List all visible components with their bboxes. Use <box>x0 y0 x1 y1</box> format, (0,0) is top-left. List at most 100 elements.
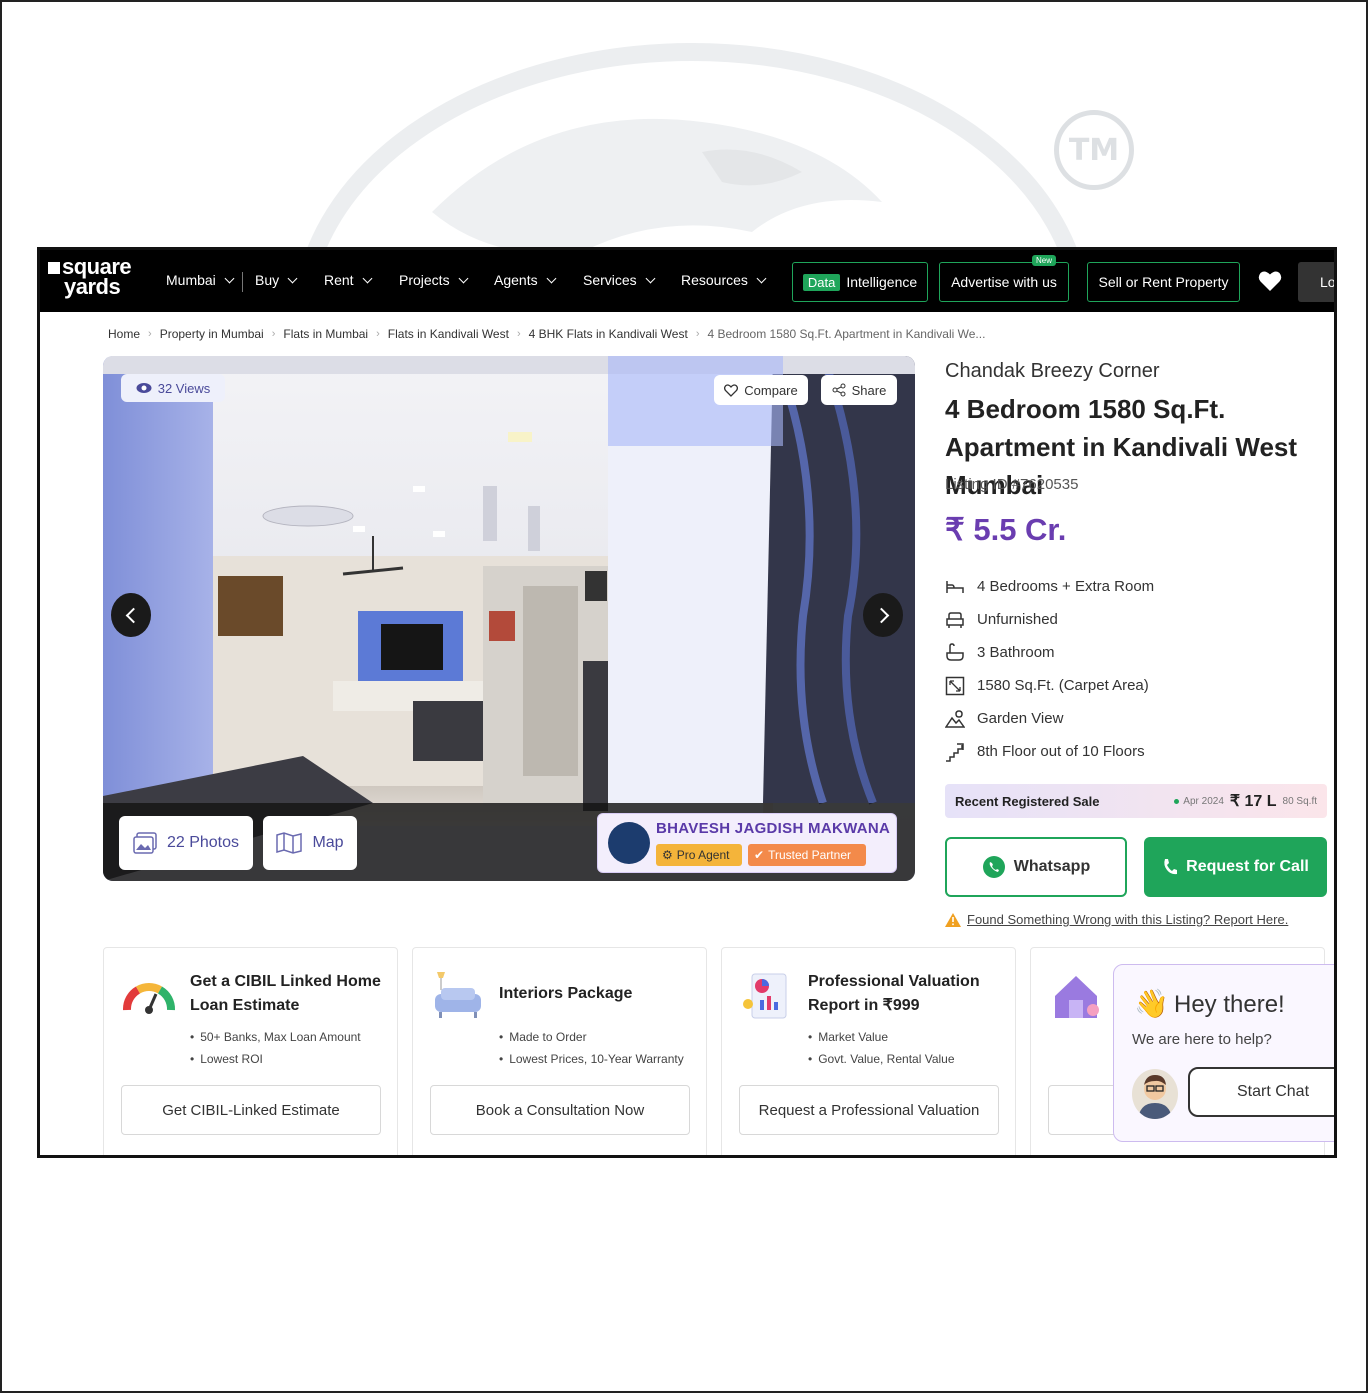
listing-id: Listing ID #7620535 <box>945 476 1079 493</box>
data-intelligence-label: Intelligence <box>846 274 918 290</box>
feature-label: 1580 Sq.Ft. (Carpet Area) <box>977 677 1149 694</box>
report-listing-link[interactable]: Found Something Wrong with this Listing?… <box>945 912 1288 927</box>
nav-resources-label: Resources <box>681 272 748 288</box>
map-label: Map <box>312 834 344 851</box>
nav-agents-label: Agents <box>494 272 538 288</box>
chat-greeting: Hey there! <box>1174 991 1285 1018</box>
advertise-button[interactable]: Advertise with us New <box>939 255 1069 302</box>
sell-rent-label: Sell or Rent Property <box>1098 274 1229 290</box>
cibil-estimate-button[interactable]: Get CIBIL-Linked Estimate <box>121 1085 381 1135</box>
card-point: Govt. Value, Rental Value <box>808 1048 954 1070</box>
recent-sale-sqft: 80 Sq.ft <box>1282 795 1317 807</box>
project-name[interactable]: Chandak Breezy Corner <box>945 360 1160 383</box>
next-photo-button[interactable] <box>863 593 903 637</box>
nav-projects[interactable]: Projects <box>399 272 469 288</box>
data-intelligence-button[interactable]: Data Intelligence <box>792 262 928 302</box>
nav-agents[interactable]: Agents <box>494 272 557 288</box>
chat-widget[interactable]: 👋 Hey there! We are here to help? Start … <box>1113 964 1334 1142</box>
pro-agent-label: Pro Agent <box>676 848 730 862</box>
nav-services-label: Services <box>583 272 637 288</box>
prev-photo-button[interactable] <box>111 593 151 637</box>
square-yards-logo[interactable]: square yards <box>48 256 148 305</box>
crumb-4bhk-kandivali[interactable]: 4 BHK Flats in Kandivali West <box>529 327 688 341</box>
crumb-chevron-icon: › <box>376 328 380 340</box>
card-point: Made to Order <box>499 1026 684 1048</box>
bathtub-icon <box>946 642 964 661</box>
feature-furnishing: Unfurnished <box>945 603 1154 636</box>
advertise-label: Advertise with us <box>951 274 1057 290</box>
share-label: Share <box>851 382 887 398</box>
crumb-home[interactable]: Home <box>108 327 140 341</box>
compare-button[interactable]: Compare <box>714 375 808 405</box>
map-icon <box>276 832 303 854</box>
recent-sale-bar[interactable]: Recent Registered Sale Apr 2024 ₹ 17 L 8… <box>945 784 1327 818</box>
logo-line2: yards <box>64 274 121 299</box>
crumb-current: 4 Bedroom 1580 Sq.Ft. Apartment in Kandi… <box>707 327 986 341</box>
cibil-loan-card: Get a CIBIL Linked Home Loan Estimate 50… <box>103 947 398 1155</box>
recent-sale-amount: ₹ 17 L <box>1229 793 1277 810</box>
login-button[interactable]: Lo <box>1298 262 1334 302</box>
feature-area: 1580 Sq.Ft. (Carpet Area) <box>945 669 1154 702</box>
waving-hand-icon: 👋 <box>1134 988 1169 1019</box>
feature-bedrooms: 4 Bedrooms + Extra Room <box>945 570 1154 603</box>
feature-floor: 8th Floor out of 10 Floors <box>945 735 1154 768</box>
crumb-flats-mumbai[interactable]: Flats in Mumbai <box>283 327 368 341</box>
garden-view-icon <box>945 709 965 728</box>
city-selector[interactable]: Mumbai <box>166 272 235 288</box>
report-listing-label: Found Something Wrong with this Listing?… <box>967 912 1289 927</box>
feature-view: Garden View <box>945 702 1154 735</box>
request-valuation-button[interactable]: Request a Professional Valuation <box>739 1085 999 1135</box>
share-button[interactable]: Share <box>821 375 897 405</box>
views-count: 32 Views <box>157 380 211 396</box>
photo-gallery[interactable]: 32 Views Compare Share 22 Photos Map BHA… <box>103 356 915 881</box>
new-badge: New <box>1031 255 1056 266</box>
photos-button[interactable]: 22 Photos <box>119 816 253 870</box>
card-title: Professional Valuation Report in ₹999 <box>808 973 980 1014</box>
home-service-icon <box>1055 976 1099 1018</box>
agent-avatar <box>608 822 650 864</box>
floor-icon <box>946 742 964 762</box>
card-point: Lowest ROI <box>190 1048 361 1070</box>
nav-rent[interactable]: Rent <box>324 272 373 288</box>
price: ₹ 5.5 Cr. <box>945 512 1067 547</box>
breadcrumb: Home › Property in Mumbai › Flats in Mumba… <box>108 327 985 341</box>
whatsapp-label: Whatsapp <box>1013 858 1091 875</box>
trademark-watermark: TM <box>1054 110 1134 190</box>
feature-label: 4 Bedrooms + Extra Room <box>977 578 1155 595</box>
phone-icon <box>1164 859 1178 875</box>
whatsapp-button[interactable]: Whatsapp <box>945 837 1127 897</box>
nav-buy[interactable]: Buy <box>255 272 298 288</box>
sell-rent-button[interactable]: Sell or Rent Property <box>1087 262 1240 302</box>
share-icon <box>832 383 846 397</box>
recent-sale-date: Apr 2024 <box>1174 796 1224 807</box>
request-call-button[interactable]: Request for Call <box>1144 837 1327 897</box>
chevron-down-icon <box>362 273 373 283</box>
map-button[interactable]: Map <box>263 816 357 870</box>
valuation-card: Professional Valuation Report in ₹999 Ma… <box>721 947 1016 1155</box>
start-chat-button[interactable]: Start Chat <box>1188 1067 1334 1117</box>
crumb-flats-kandivali[interactable]: Flats in Kandivali West <box>388 327 509 341</box>
nav-services[interactable]: Services <box>583 272 656 288</box>
speedometer-icon <box>123 983 175 1014</box>
nav-resources[interactable]: Resources <box>681 272 767 288</box>
chevron-down-icon <box>756 273 767 283</box>
feature-label: Unfurnished <box>977 611 1058 628</box>
nav-divider <box>242 272 243 292</box>
sofa-lamp-icon <box>435 972 481 1018</box>
nav-projects-label: Projects <box>399 272 450 288</box>
card-points: Market Value Govt. Value, Rental Value <box>808 1026 954 1070</box>
agent-card[interactable]: BHAVESH JAGDISH MAKWANA ⚙ Pro Agent ✔ Trus… <box>597 813 897 873</box>
request-call-label: Request for Call <box>1186 858 1309 875</box>
chevron-down-icon <box>645 273 656 283</box>
chevron-down-icon <box>458 273 469 283</box>
chevron-right-icon <box>873 607 889 623</box>
whatsapp-icon <box>982 856 1005 878</box>
crumb-property-mumbai[interactable]: Property in Mumbai <box>160 327 264 341</box>
feature-label: Garden View <box>977 710 1064 727</box>
heart-icon[interactable] <box>1258 270 1282 292</box>
book-consultation-button[interactable]: Book a Consultation Now <box>430 1085 690 1135</box>
recent-sale-label: Recent Registered Sale <box>955 793 1100 809</box>
crumb-chevron-icon: › <box>271 328 276 340</box>
city-label: Mumbai <box>166 272 216 288</box>
chevron-left-icon <box>125 607 141 623</box>
